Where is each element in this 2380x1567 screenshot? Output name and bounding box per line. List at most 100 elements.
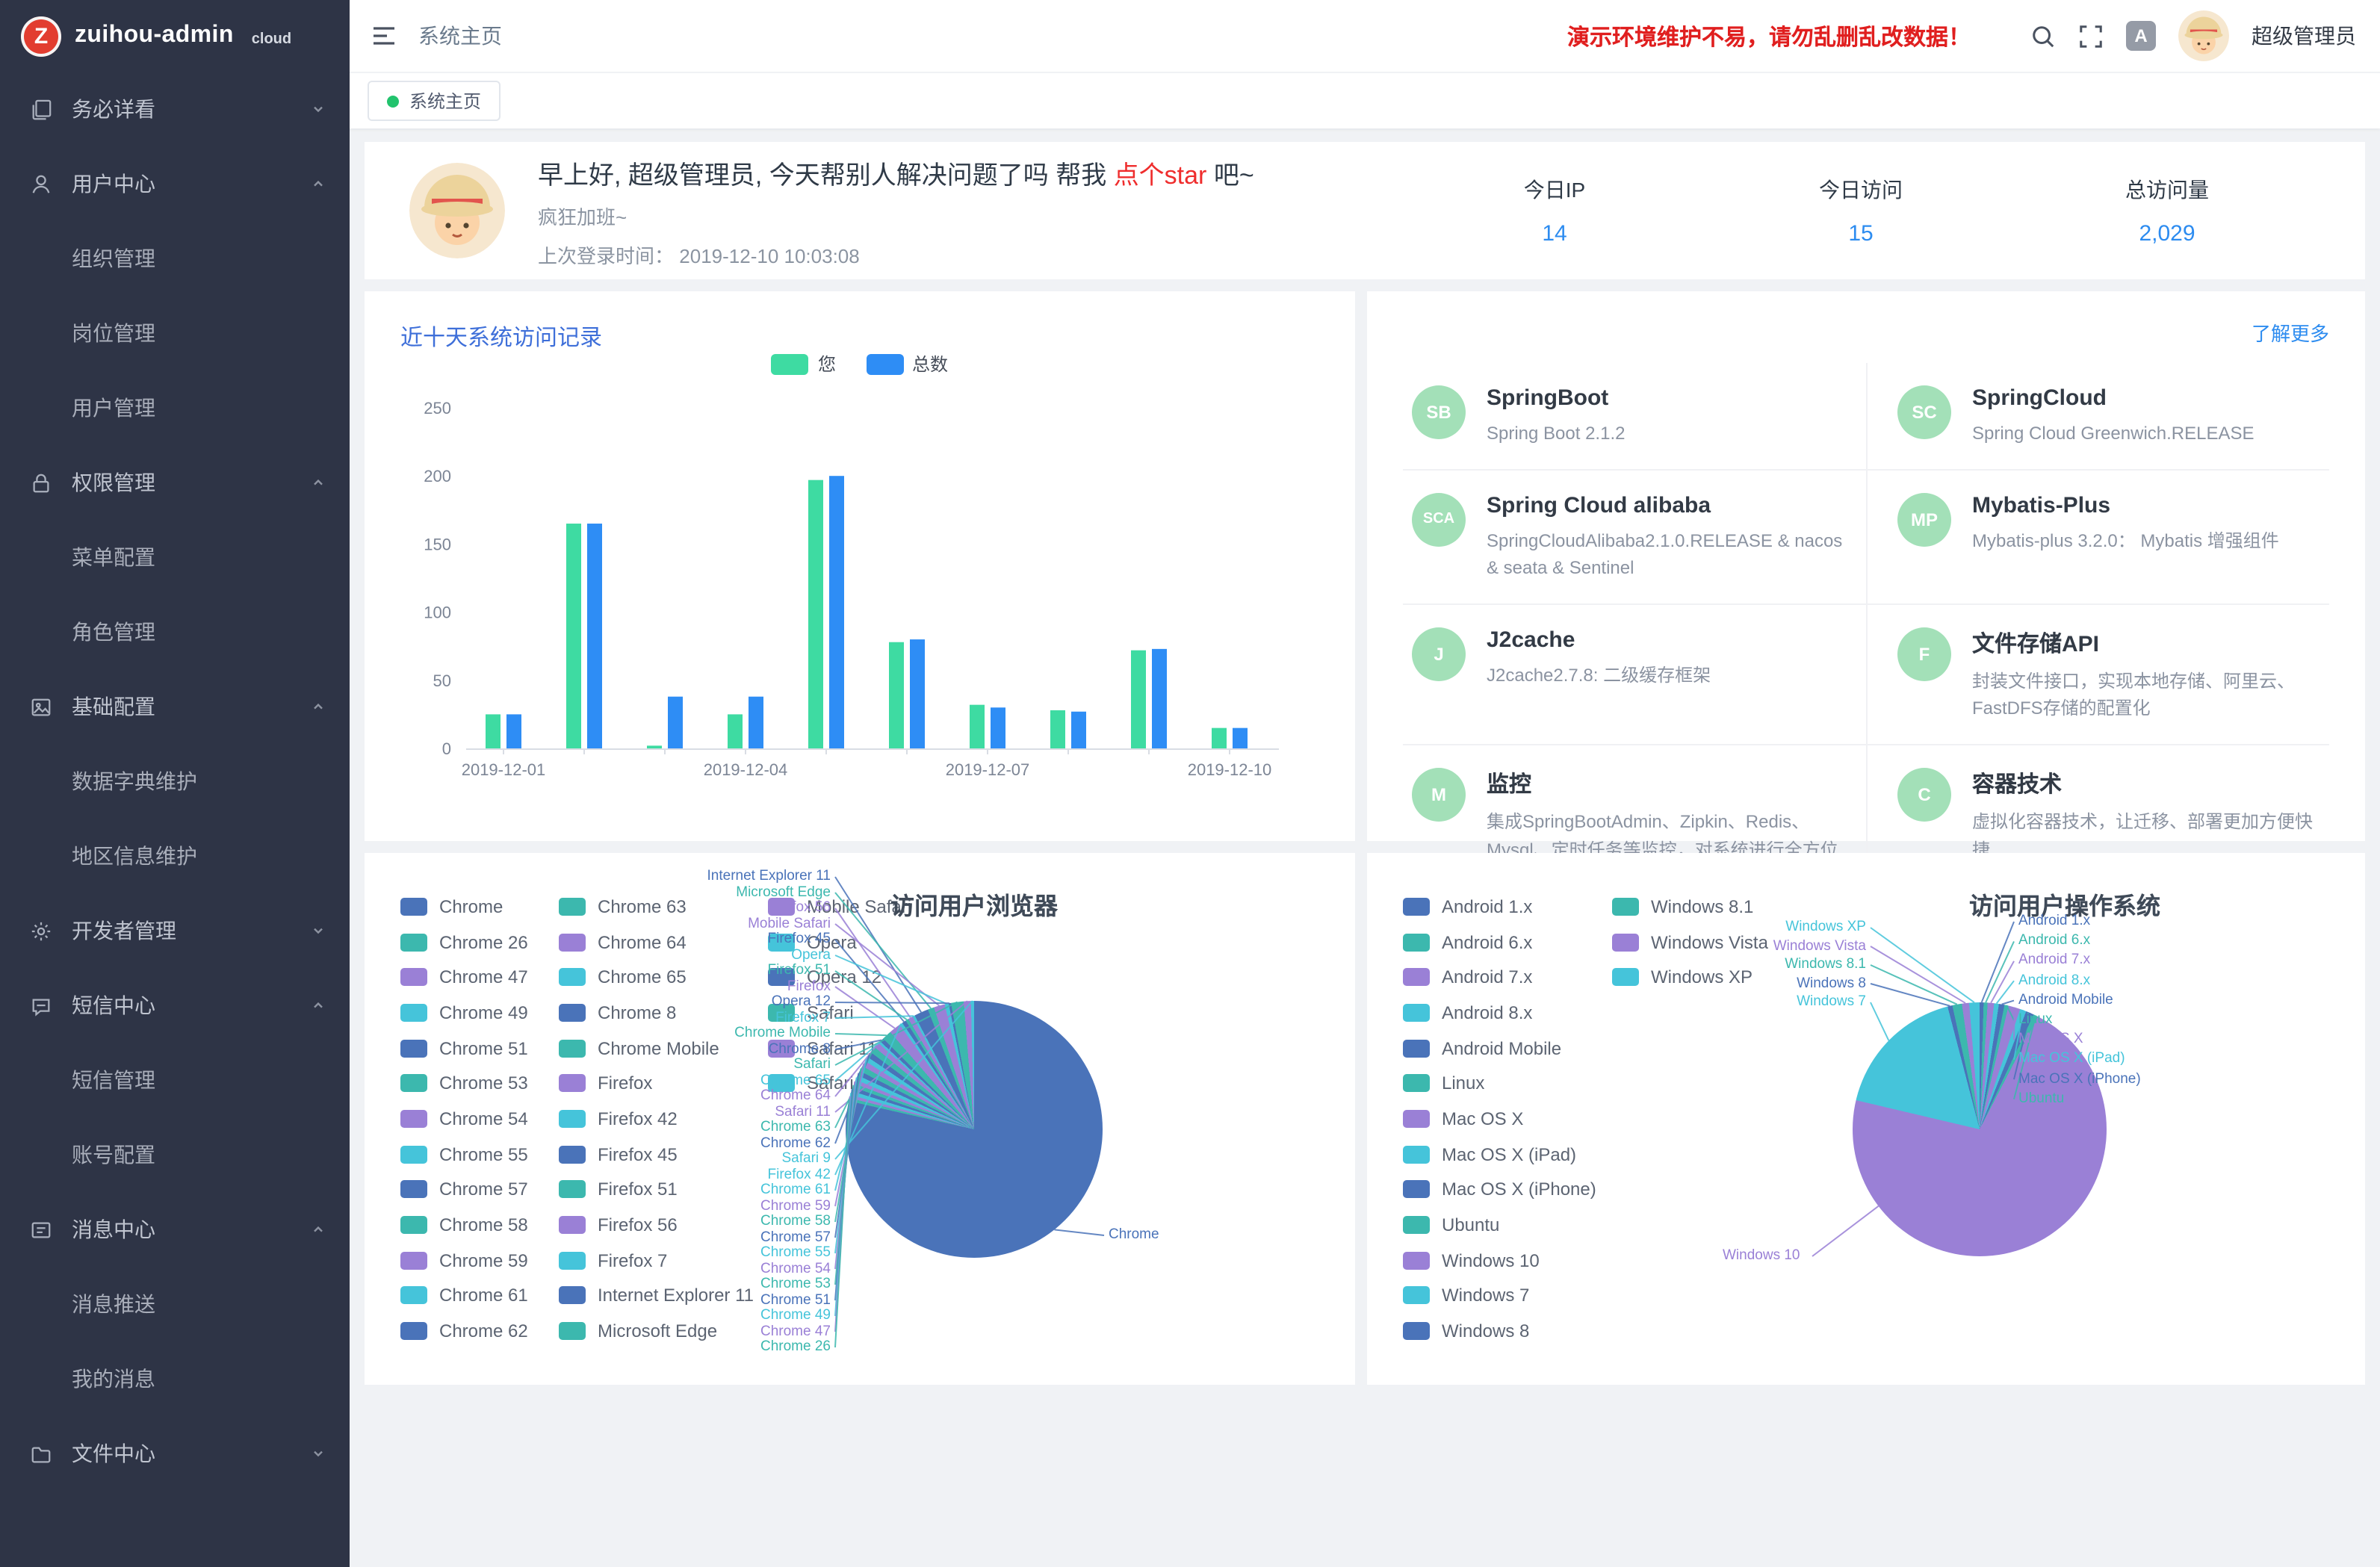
collapse-menu-icon[interactable] [371,24,397,48]
sidebar-item-3[interactable]: 基础配置 [0,669,350,744]
legend-item[interactable]: Linux [1403,1066,1612,1101]
legend-item[interactable]: Android Mobile [1403,1031,1612,1066]
legend-item[interactable]: Mac OS X (iPhone) [1403,1172,1612,1207]
message-icon [30,1218,55,1241]
chevron-down-icon [311,923,326,938]
feature-item: SCASpring Cloud alibabaSpringCloudAlibab… [1403,468,1866,603]
feature-desc: Spring Boot 2.1.2 [1487,420,1625,447]
sidebar-item-label: 文件中心 [72,1439,311,1468]
feature-badge-icon: J [1412,627,1466,681]
picture-icon [30,695,55,718]
sidebar-subitem[interactable]: 数据字典维护 [0,744,350,819]
pie-callout-label: Windows Vista [1478,937,1866,955]
svg-text:2019-12-01: 2019-12-01 [462,760,546,779]
sidebar-item-label: 基础配置 [72,692,311,722]
chevron-up-icon [311,998,326,1013]
feature-badge-icon: M [1412,768,1466,822]
sidebar-item-2[interactable]: 权限管理 [0,445,350,520]
legend-chip-icon [400,968,427,986]
pie-callout-label: Linux [2018,1011,2052,1029]
legend-label: Mac OS X (iPhone) [1442,1179,1596,1200]
bar-legend: 您 总数 [365,351,1355,376]
header-icons: A 超级管理员 [2030,10,2356,61]
sidebar-item-label: 短信中心 [72,990,311,1020]
legend-item[interactable]: Ubuntu [1403,1207,1612,1242]
gear-icon [30,919,55,942]
feature-desc: J2cache2.7.8: 二级缓存框架 [1487,662,1711,689]
fullscreen-icon[interactable] [2078,23,2104,49]
learn-more-link[interactable]: 了解更多 [2252,318,2329,347]
stat-value: 15 [1708,221,2014,246]
sidebar-subitem[interactable]: 消息推送 [0,1267,350,1341]
legend-item[interactable]: Windows 7 [1403,1278,1612,1313]
pie-callout-label: Windows 8.1 [1478,956,1866,974]
sidebar-subitem[interactable]: 地区信息维护 [0,819,350,893]
sidebar-item-4[interactable]: 开发者管理 [0,893,350,968]
legend-item[interactable]: Mac OS X [1403,1101,1612,1136]
sidebar-item-0[interactable]: 务必详看 [0,72,350,146]
tab-home[interactable]: 系统主页 [368,81,501,121]
legend-label: Windows 8.1 [1651,896,1753,917]
sidebar-menu: 务必详看用户中心组织管理岗位管理用户管理权限管理菜单配置角色管理基础配置数据字典… [0,72,350,1491]
content: 早上好, 超级管理员, 今天帮别人解决问题了吗 帮我 点个star 吧~ 疯狂加… [350,128,2380,1567]
sidebar-item-1[interactable]: 用户中心 [0,146,350,221]
sidebar-item-7[interactable]: 文件中心 [0,1416,350,1491]
legend-item[interactable]: Windows 10 [1403,1243,1612,1278]
logo[interactable]: Z zuihou-admin cloud [0,0,350,72]
username[interactable]: 超级管理员 [2252,21,2356,51]
sidebar-subitem[interactable]: 岗位管理 [0,296,350,370]
sidebar-subitem[interactable]: 我的消息 [0,1341,350,1416]
sidebar-subitem[interactable]: 角色管理 [0,595,350,669]
logo-icon: Z [21,16,61,56]
legend-item[interactable]: Windows 8 [1403,1314,1612,1349]
feature-desc: Spring Cloud Greenwich.RELEASE [1972,420,2255,447]
features-grid: SBSpringBootSpring Boot 2.1.2SCSpringClo… [1403,363,2329,913]
stat-today-ip: 今日IP 14 [1401,175,1708,246]
greeting-avatar [409,163,505,258]
sidebar-subitem[interactable]: 菜单配置 [0,520,350,595]
feature-title: SpringBoot [1487,385,1625,411]
features-card: 了解更多 SBSpringBootSpring Boot 2.1.2SCSpri… [1367,291,2365,841]
legend-item-total[interactable]: 总数 [866,351,948,376]
legend-chip-icon [400,1075,427,1093]
search-icon[interactable] [2030,23,2056,49]
feature-title: 文件存储API [1972,627,2314,659]
legend-label: Windows 10 [1442,1250,1540,1270]
legend-chip-icon [1403,898,1430,916]
sidebar-item-6[interactable]: 消息中心 [0,1192,350,1267]
legend-label: 总数 [912,351,948,376]
chevron-up-icon [311,699,326,714]
sidebar-subitem[interactable]: 组织管理 [0,221,350,296]
svg-text:250: 250 [424,399,451,418]
legend-chip-icon [1403,1004,1430,1022]
greeting-card: 早上好, 超级管理员, 今天帮别人解决问题了吗 帮我 点个star 吧~ 疯狂加… [365,142,2365,279]
legend-chip-icon [400,1287,427,1305]
legend-item-you[interactable]: 您 [772,351,836,376]
pie-callout-label: Mac OS X (iPad) [2018,1051,2125,1069]
sidebar-subitem-label: 账号配置 [72,1140,155,1170]
breadcrumb[interactable]: 系统主页 [418,21,502,51]
legend-item[interactable]: Mac OS X (iPad) [1403,1137,1612,1172]
sidebar-subitem-label: 短信管理 [72,1065,155,1095]
pie-callout-label: Windows 7 [1478,993,1866,1011]
sidebar-subitem[interactable]: 短信管理 [0,1043,350,1117]
feature-title: SpringCloud [1972,385,2255,411]
sidebar-item-label: 权限管理 [72,468,311,497]
sidebar-item-5[interactable]: 短信中心 [0,968,350,1043]
star-link[interactable]: 点个star [1114,161,1207,189]
sidebar-item-label: 用户中心 [72,169,311,199]
legend-chip-icon [400,1004,427,1022]
chevron-up-icon [311,1222,326,1237]
row-charts: 近十天系统访问记录 您 总数 0501001502002502019-12-01… [365,291,2365,841]
font-size-icon[interactable]: A [2126,21,2156,51]
greeting-prefix: 早上好, 超级管理员, 今天帮别人解决问题了吗 帮我 [538,161,1114,189]
legend-chip-icon [400,1110,427,1128]
greeting-text: 早上好, 超级管理员, 今天帮别人解决问题了吗 帮我 点个star 吧~ 疯狂加… [538,153,1254,268]
sidebar-subitem[interactable]: 用户管理 [0,370,350,445]
user-avatar[interactable] [2178,10,2229,61]
legend-chip-icon [1403,1322,1430,1340]
sidebar-subitem[interactable]: 账号配置 [0,1117,350,1192]
legend-chip-icon [1403,1110,1430,1128]
pie-callout-label: Android 6.x [2018,932,2090,950]
pie-callout-label: Android 7.x [2018,952,2090,970]
